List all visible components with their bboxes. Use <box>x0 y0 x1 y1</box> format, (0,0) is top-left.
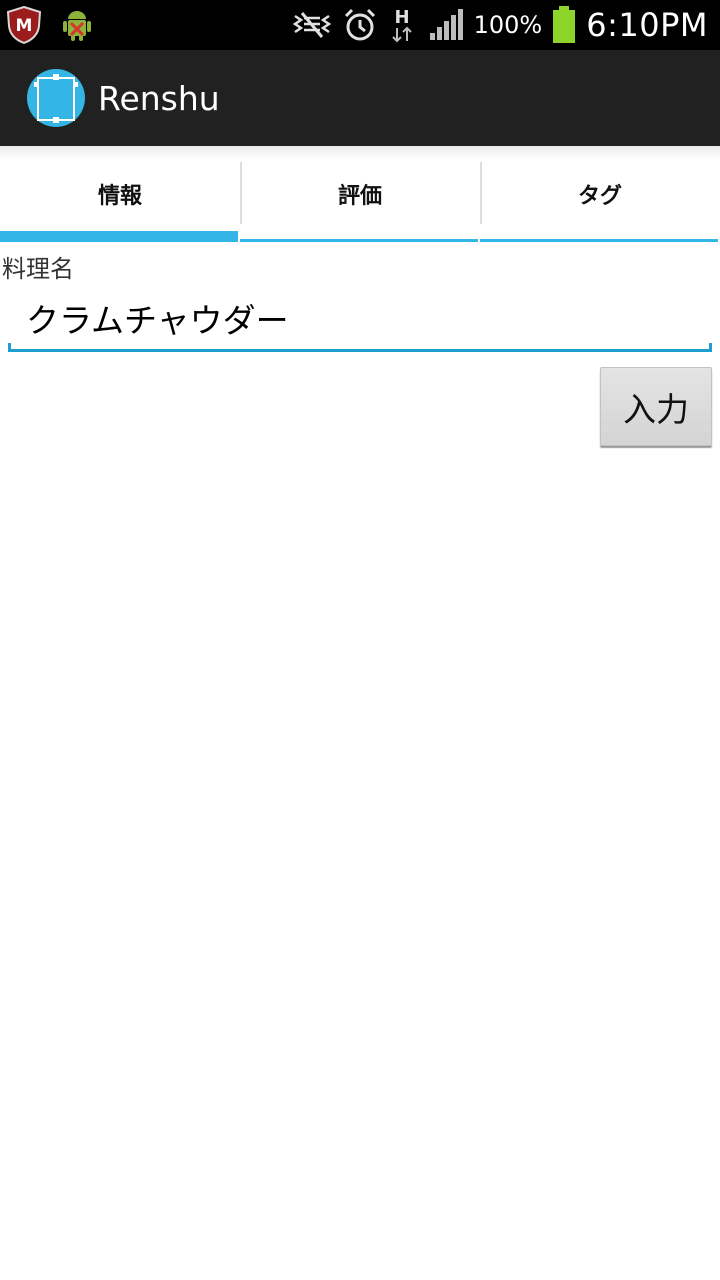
tab-label: 情報 <box>97 183 142 209</box>
battery-percentage: 100% <box>473 11 543 39</box>
battery-full-icon <box>552 6 576 44</box>
status-clock: 6:10PM <box>586 6 708 44</box>
dish-name-field <box>8 284 712 352</box>
tab-label: タグ <box>577 183 622 209</box>
tab-label: 評価 <box>337 183 382 209</box>
tab-indicator-selected <box>0 231 238 242</box>
status-bar: M H 100% 6:10PM <box>0 0 720 50</box>
tab-tags[interactable]: タグ <box>480 146 720 242</box>
mcafee-icon: M <box>6 6 42 44</box>
notification-icons: M <box>6 6 94 44</box>
input-underline <box>8 343 712 352</box>
svg-text:H: H <box>394 7 409 28</box>
tab-info[interactable]: 情報 <box>0 146 240 242</box>
tab-bar: 情報 評価 タグ <box>0 146 720 242</box>
app-launcher-icon[interactable] <box>26 68 86 128</box>
dish-name-input[interactable] <box>8 284 712 348</box>
action-bar: Renshu <box>0 50 720 146</box>
vibrate-icon <box>292 10 332 40</box>
alarm-icon <box>342 7 378 43</box>
submit-button[interactable]: 入力 <box>600 367 712 446</box>
svg-text:M: M <box>16 16 33 36</box>
h-data-icon: H <box>388 5 418 45</box>
android-debug-icon <box>60 8 94 42</box>
tab-indicator <box>240 239 478 242</box>
tab-rating[interactable]: 評価 <box>240 146 480 242</box>
app-title: Renshu <box>98 78 220 118</box>
signal-icon <box>428 9 464 41</box>
tab-indicator <box>480 239 718 242</box>
system-icons: H 100% 6:10PM <box>292 4 708 46</box>
dish-name-label: 料理名 <box>2 255 74 283</box>
